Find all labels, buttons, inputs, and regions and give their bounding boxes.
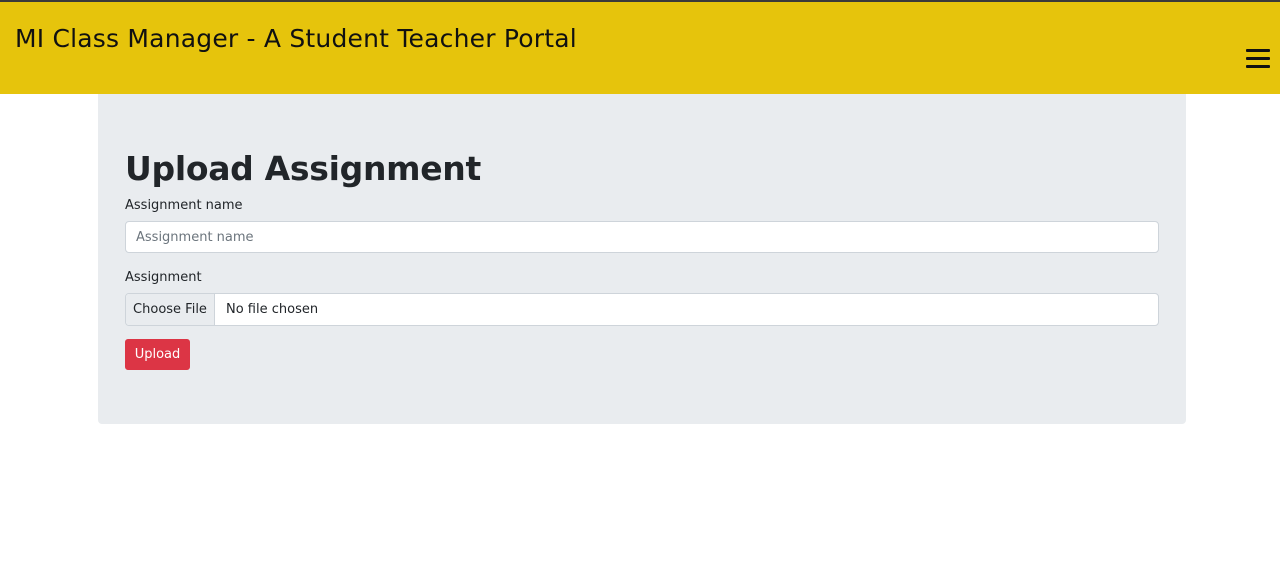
upload-form-card: Upload Assignment Assignment name Assign… <box>98 94 1186 424</box>
assignment-file-input[interactable]: Choose File No file chosen <box>125 293 1159 326</box>
upload-button[interactable]: Upload <box>125 339 190 370</box>
assignment-file-label: Assignment <box>125 270 202 285</box>
menu-bar-top <box>1246 49 1270 52</box>
menu-bar-bottom <box>1246 65 1270 68</box>
app-header: MI Class Manager - A Student Teacher Por… <box>0 0 1280 94</box>
app-title: MI Class Manager - A Student Teacher Por… <box>15 24 577 53</box>
file-status-text: No file chosen <box>226 302 319 317</box>
choose-file-button[interactable]: Choose File <box>126 294 215 325</box>
page-title: Upload Assignment <box>125 149 481 188</box>
assignment-name-input[interactable] <box>125 221 1159 253</box>
hamburger-menu-icon[interactable] <box>1246 48 1270 70</box>
menu-bar-middle <box>1246 57 1270 60</box>
assignment-name-label: Assignment name <box>125 198 243 213</box>
